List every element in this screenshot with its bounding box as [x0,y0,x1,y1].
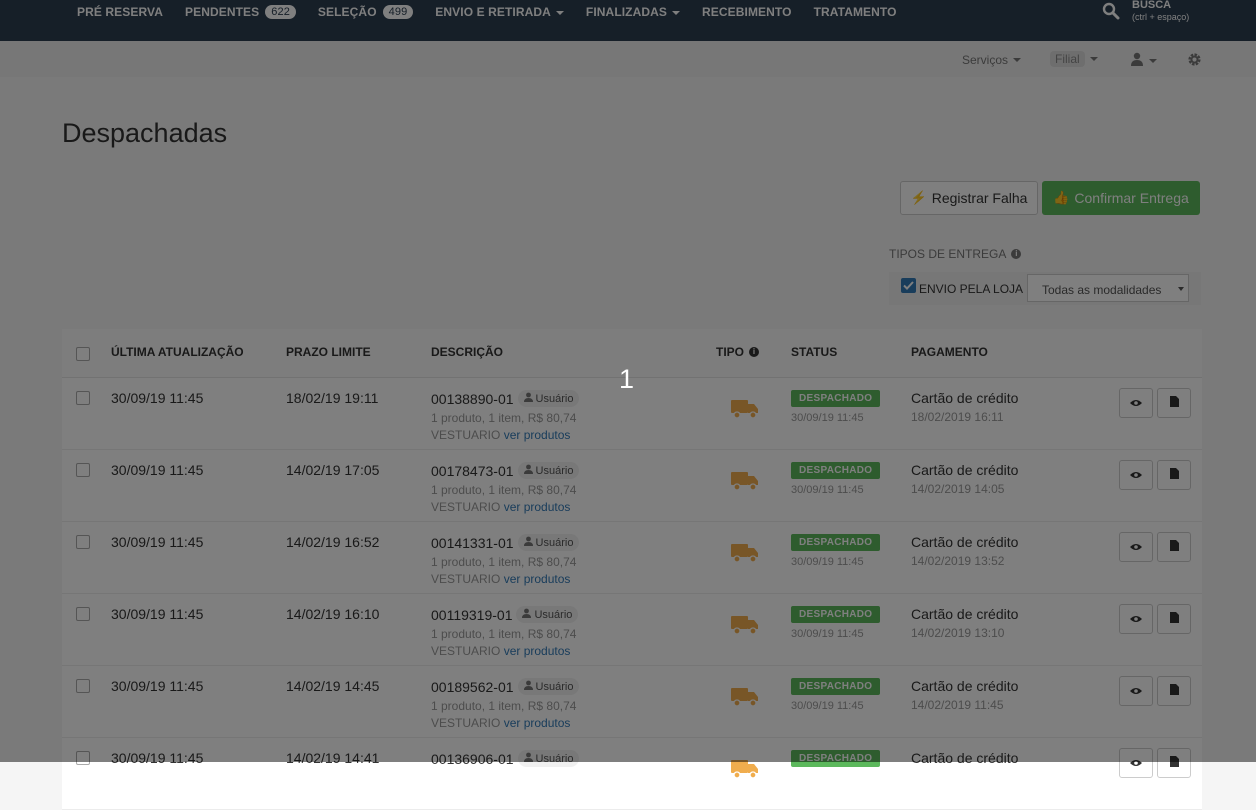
tour-step-number: 1 [619,364,635,394]
